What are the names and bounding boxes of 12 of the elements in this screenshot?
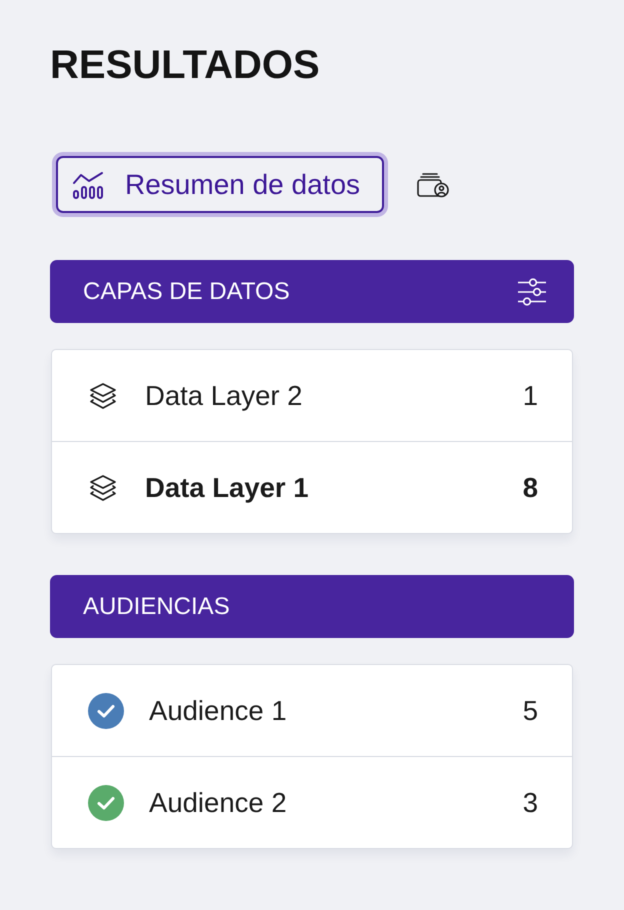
sliders-icon[interactable] <box>517 278 547 306</box>
layers-icon <box>88 474 118 502</box>
section-title: CAPAS DE DATOS <box>83 278 290 306</box>
layers-icon <box>88 382 118 410</box>
page-title: RESULTADOS <box>50 42 320 88</box>
section-title: AUDIENCIAS <box>83 592 230 620</box>
card-stack-user-icon <box>417 172 450 198</box>
audience-item[interactable]: Audience 2 3 <box>52 756 572 848</box>
data-layer-item[interactable]: Data Layer 2 1 <box>52 350 572 441</box>
data-layer-item[interactable]: Data Layer 1 8 <box>52 441 572 533</box>
audience-item[interactable]: Audience 1 5 <box>52 665 572 756</box>
line-and-bar-chart-icon <box>72 170 104 198</box>
